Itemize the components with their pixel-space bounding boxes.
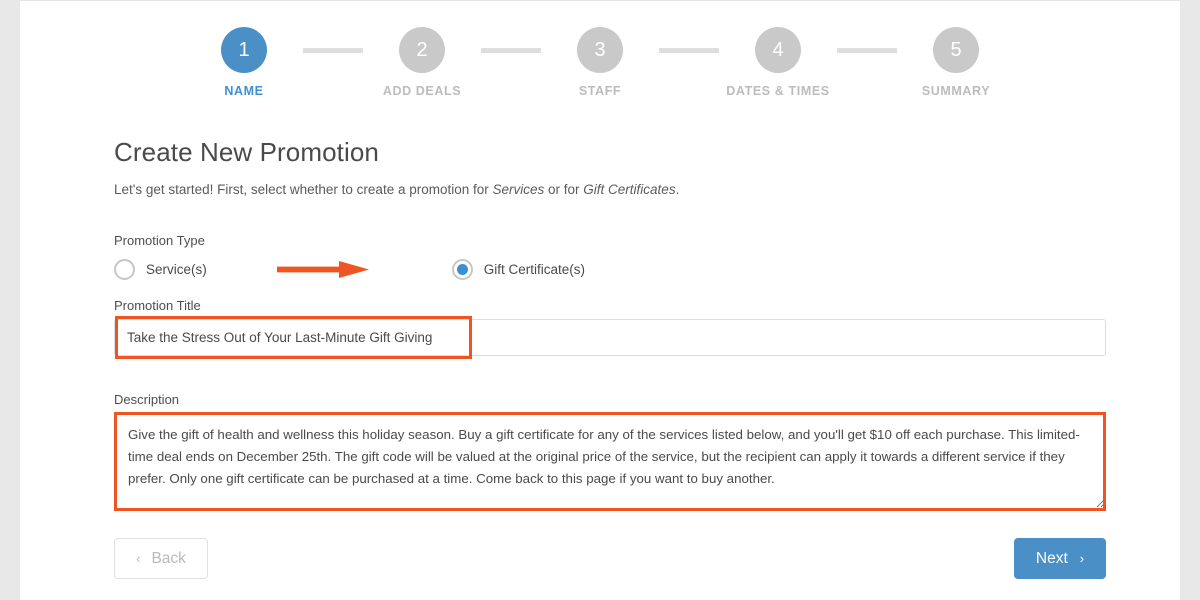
- step-label-5: SUMMARY: [921, 84, 991, 98]
- step-connector-3-4: [659, 47, 719, 53]
- intro-part-2: or for: [544, 182, 584, 197]
- step-label-2: ADD DEALS: [382, 84, 462, 98]
- back-button[interactable]: ‹ Back: [114, 538, 208, 579]
- stepper-step-dates-times[interactable]: 4 DATES & TIMES: [719, 27, 837, 98]
- annotation-arrow-icon: [277, 261, 369, 278]
- radio-option-services[interactable]: Service(s): [114, 258, 207, 280]
- intro-emphasis-services: Services: [492, 182, 545, 197]
- page-title: Create New Promotion: [114, 137, 379, 167]
- back-button-label: Back: [151, 549, 186, 567]
- screen-root: 1 NAME 2 ADD DEALS 3 STAFF 4 DATES & TIM…: [0, 0, 1200, 600]
- promotion-type-label: Promotion Type: [114, 233, 205, 248]
- step-label-4: DATES & TIMES: [726, 84, 830, 98]
- intro-emphasis-gift-certificates: Gift Certificates: [583, 182, 676, 197]
- promotion-title-field-wrap: [114, 316, 1106, 359]
- description-label: Description: [114, 392, 180, 407]
- stepper-step-name[interactable]: 1 NAME: [185, 27, 303, 98]
- promotion-title-input[interactable]: [114, 319, 1106, 356]
- radio-circle-gift-certificates[interactable]: [451, 258, 473, 280]
- step-circle-1: 1: [221, 27, 267, 73]
- promotion-title-label: Promotion Title: [114, 298, 201, 313]
- page-canvas: 1 NAME 2 ADD DEALS 3 STAFF 4 DATES & TIM…: [20, 0, 1180, 600]
- intro-part-3: .: [675, 182, 680, 197]
- next-button[interactable]: Next ›: [1014, 538, 1106, 579]
- step-connector-2-3: [481, 47, 541, 53]
- form-body: Create New Promotion Let's get started! …: [114, 137, 1106, 579]
- wizard-stepper: 1 NAME 2 ADD DEALS 3 STAFF 4 DATES & TIM…: [20, 27, 1180, 98]
- intro-text: Let's get started! First, select whether…: [114, 182, 1106, 197]
- step-circle-3: 3: [577, 27, 623, 73]
- step-connector-4-5: [837, 47, 897, 53]
- step-connector-1-2: [303, 47, 363, 53]
- description-textarea[interactable]: Give the gift of health and wellness thi…: [114, 413, 1106, 509]
- stepper-step-add-deals[interactable]: 2 ADD DEALS: [363, 27, 481, 98]
- chevron-left-icon: ‹: [136, 551, 141, 566]
- step-circle-2: 2: [399, 27, 445, 73]
- intro-part-1: Let's get started! First, select whether…: [114, 182, 493, 197]
- stepper-step-staff[interactable]: 3 STAFF: [541, 27, 659, 98]
- step-label-3: STAFF: [578, 84, 622, 98]
- promotion-type-radio-group: Service(s) Gift Certificate(s): [114, 254, 1106, 284]
- radio-option-gift-certificates[interactable]: Gift Certificate(s): [451, 258, 586, 280]
- radio-label-gift-certificates: Gift Certificate(s): [483, 261, 586, 277]
- wizard-button-row: ‹ Back Next ›: [114, 538, 1106, 579]
- step-label-1: NAME: [224, 84, 264, 98]
- chevron-right-icon: ›: [1079, 551, 1085, 566]
- step-circle-4: 4: [755, 27, 801, 73]
- stepper-step-summary[interactable]: 5 SUMMARY: [897, 27, 1015, 98]
- next-button-label: Next: [1035, 549, 1068, 567]
- radio-circle-services[interactable]: [114, 258, 135, 280]
- description-field-wrap: Give the gift of health and wellness thi…: [114, 412, 1106, 511]
- radio-label-services: Service(s): [146, 261, 207, 277]
- step-circle-5: 5: [933, 27, 979, 73]
